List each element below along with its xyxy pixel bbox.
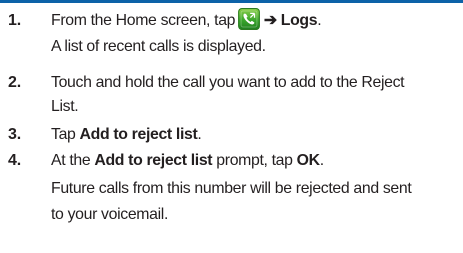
step-4-note-line-2: to your voicemail. [51,206,169,223]
step-4-text-after: . [319,152,324,169]
step-2-line-2: List. [51,98,79,115]
step-number: 4. [8,152,21,169]
step-1-text-before: From the Home screen, tap [51,12,236,29]
step-3-bold: Add to reject list [79,126,198,143]
step-4-text-before: At the [51,152,95,169]
step-1-bold: Logs [280,12,318,29]
step-3-text: Tap Add to reject list. [51,122,455,148]
step-1-text: From the Home screen, tap ➔ Logs. [51,7,455,34]
step-4-bold-1: Add to reject list [94,152,213,169]
step-4-text-middle: prompt, tap [212,152,297,169]
step-4-bold-2: OK [296,152,320,169]
step-4-note-line-1: Future calls from this number will be re… [51,180,412,197]
step-number: 2. [8,74,21,91]
step-1-note: A list of recent calls is displayed. [51,38,266,55]
step-3-text-before: Tap [51,126,80,143]
step-1-text-after: . [317,12,322,29]
step-number: 3. [8,126,21,143]
step-2-line-1: Touch and hold the call you want to add … [51,74,405,91]
arrow-right-icon: ➔ [263,12,277,29]
heading-strip [0,0,463,3]
phone-icon [238,7,260,30]
step-number: 1. [8,12,21,29]
step-3-text-after: . [197,126,202,143]
step-4-text: At the Add to reject list prompt, tap OK… [51,148,455,174]
